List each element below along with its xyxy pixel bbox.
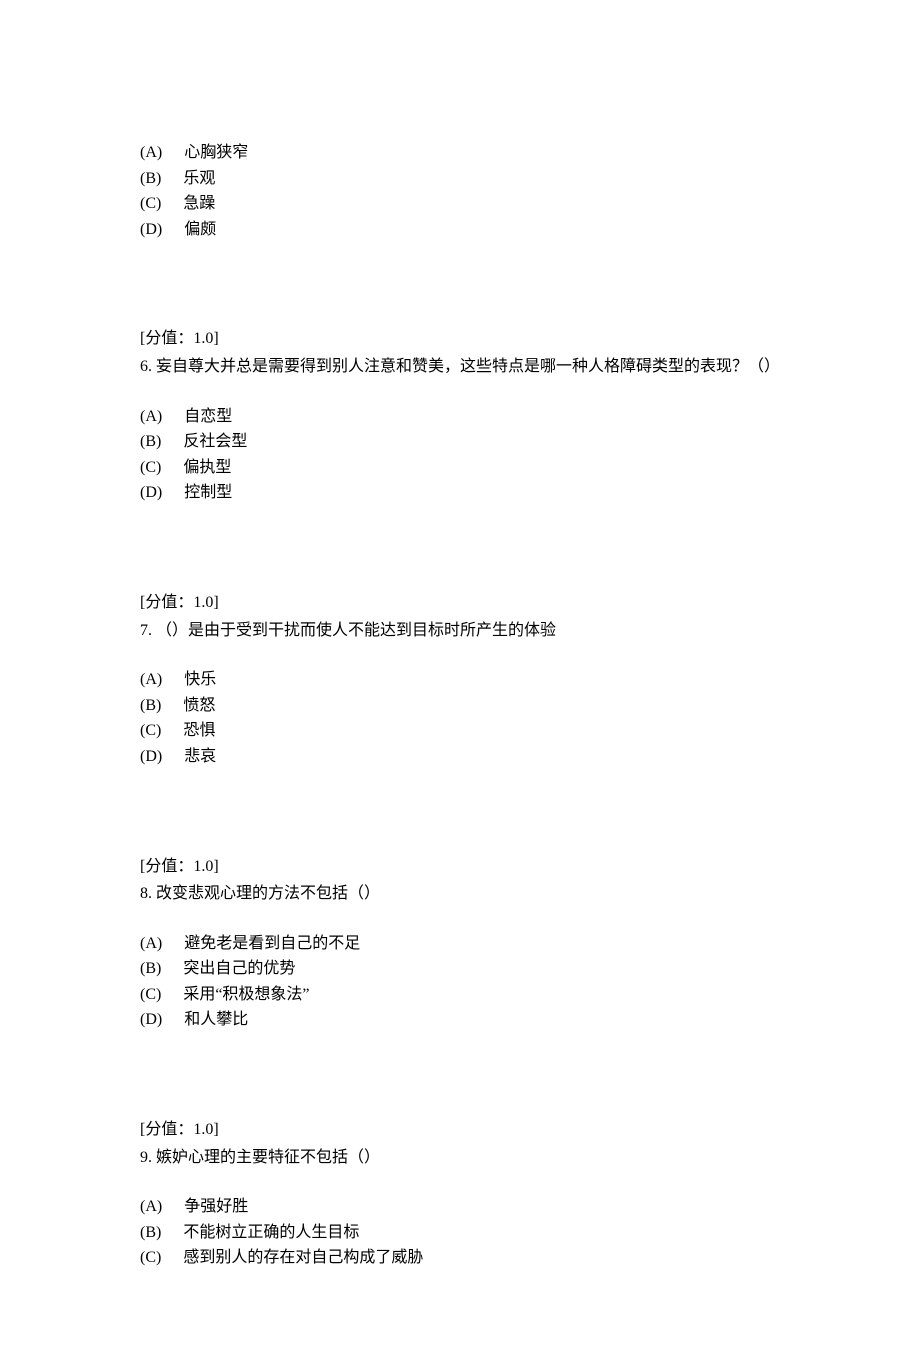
option-text: 和人攀比 <box>184 1011 248 1028</box>
option-text: 反社会型 <box>183 433 247 450</box>
option-text: 急躁 <box>183 195 215 212</box>
option-label: (C) <box>140 986 161 1003</box>
option-label: (C) <box>140 1249 161 1266</box>
q6-score: [分值：1.0] <box>140 326 780 352</box>
option-text: 恐惧 <box>183 722 215 739</box>
q9-score: [分值：1.0] <box>140 1117 780 1143</box>
option-label: (D) <box>140 484 162 501</box>
question-7: [分值：1.0] 7. （）是由于受到干扰而使人不能达到目标时所产生的体验 (A… <box>140 590 780 770</box>
option-text: 不能树立正确的人生目标 <box>183 1224 359 1241</box>
option-text: 偏执型 <box>183 459 231 476</box>
q5-option-a: (A) 心胸狭窄 <box>140 140 780 166</box>
q8-option-a: (A) 避免老是看到自己的不足 <box>140 931 780 957</box>
option-label: (A) <box>140 671 162 688</box>
q9-text: 9. 嫉妒心理的主要特征不包括（） <box>140 1145 780 1171</box>
q6-text: 6. 妄自尊大并总是需要得到别人注意和赞美，这些特点是哪一种人格障碍类型的表现？… <box>140 354 780 380</box>
option-label: (B) <box>140 433 161 450</box>
q6-option-a: (A) 自恋型 <box>140 404 780 430</box>
option-label: (A) <box>140 144 162 161</box>
question-6: [分值：1.0] 6. 妄自尊大并总是需要得到别人注意和赞美，这些特点是哪一种人… <box>140 326 780 506</box>
option-text: 乐观 <box>183 170 215 187</box>
q5-option-c: (C) 急躁 <box>140 191 780 217</box>
option-label: (B) <box>140 697 161 714</box>
option-label: (A) <box>140 408 162 425</box>
option-label: (A) <box>140 935 162 952</box>
option-text: 避免老是看到自己的不足 <box>184 935 360 952</box>
option-text: 自恋型 <box>184 408 232 425</box>
option-label: (B) <box>140 960 161 977</box>
option-text: 争强好胜 <box>184 1198 248 1215</box>
option-label: (B) <box>140 170 161 187</box>
q8-score: [分值：1.0] <box>140 854 780 880</box>
option-label: (C) <box>140 722 161 739</box>
option-label: (D) <box>140 1011 162 1028</box>
option-text: 偏颇 <box>184 221 216 238</box>
option-text: 采用“积极想象法” <box>183 986 309 1003</box>
q7-option-b: (B) 愤怒 <box>140 693 780 719</box>
option-label: (A) <box>140 1198 162 1215</box>
q8-text: 8. 改变悲观心理的方法不包括（） <box>140 881 780 907</box>
option-label: (D) <box>140 748 162 765</box>
q8-option-b: (B) 突出自己的优势 <box>140 956 780 982</box>
q6-option-d: (D) 控制型 <box>140 480 780 506</box>
option-label: (B) <box>140 1224 161 1241</box>
q7-text: 7. （）是由于受到干扰而使人不能达到目标时所产生的体验 <box>140 618 780 644</box>
page: (A) 心胸狭窄 (B) 乐观 (C) 急躁 (D) 偏颇 [分值：1.0] 6… <box>0 0 920 1371</box>
option-text: 感到别人的存在对自己构成了威胁 <box>183 1249 423 1266</box>
q7-option-a: (A) 快乐 <box>140 667 780 693</box>
question-8: [分值：1.0] 8. 改变悲观心理的方法不包括（） (A) 避免老是看到自己的… <box>140 854 780 1034</box>
option-text: 突出自己的优势 <box>183 960 295 977</box>
q6-option-b: (B) 反社会型 <box>140 429 780 455</box>
option-label: (C) <box>140 195 161 212</box>
option-text: 悲哀 <box>184 748 216 765</box>
q9-option-c: (C) 感到别人的存在对自己构成了威胁 <box>140 1245 780 1271</box>
q6-options: (A) 自恋型 (B) 反社会型 (C) 偏执型 (D) 控制型 <box>140 404 780 506</box>
q9-option-a: (A) 争强好胜 <box>140 1194 780 1220</box>
option-text: 快乐 <box>184 671 216 688</box>
question-9: [分值：1.0] 9. 嫉妒心理的主要特征不包括（） (A) 争强好胜 (B) … <box>140 1117 780 1271</box>
q7-options: (A) 快乐 (B) 愤怒 (C) 恐惧 (D) 悲哀 <box>140 667 780 769</box>
option-text: 愤怒 <box>183 697 215 714</box>
q8-options: (A) 避免老是看到自己的不足 (B) 突出自己的优势 (C) 采用“积极想象法… <box>140 931 780 1033</box>
option-label: (C) <box>140 459 161 476</box>
q9-options: (A) 争强好胜 (B) 不能树立正确的人生目标 (C) 感到别人的存在对自己构… <box>140 1194 780 1271</box>
q5-option-d: (D) 偏颇 <box>140 217 780 243</box>
q8-option-c: (C) 采用“积极想象法” <box>140 982 780 1008</box>
q7-option-d: (D) 悲哀 <box>140 744 780 770</box>
q9-option-b: (B) 不能树立正确的人生目标 <box>140 1220 780 1246</box>
q5-options: (A) 心胸狭窄 (B) 乐观 (C) 急躁 (D) 偏颇 <box>140 140 780 242</box>
q7-score: [分值：1.0] <box>140 590 780 616</box>
q7-option-c: (C) 恐惧 <box>140 718 780 744</box>
option-label: (D) <box>140 221 162 238</box>
q6-option-c: (C) 偏执型 <box>140 455 780 481</box>
option-text: 心胸狭窄 <box>184 144 248 161</box>
q8-option-d: (D) 和人攀比 <box>140 1007 780 1033</box>
option-text: 控制型 <box>184 484 232 501</box>
q5-option-b: (B) 乐观 <box>140 166 780 192</box>
